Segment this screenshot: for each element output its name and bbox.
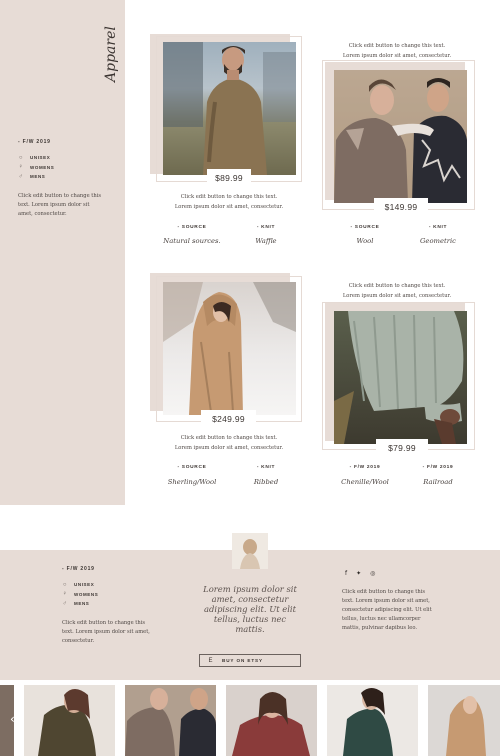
female-icon: ♀ (62, 591, 68, 598)
product-1-attr1-value: Natural sources. (163, 237, 221, 245)
product-3-attr1-label: - SOURCE (177, 465, 207, 470)
sidebar-item-unisex[interactable]: ○ UNISEX (18, 153, 54, 163)
product-4-photo[interactable] (334, 311, 467, 444)
product-3-attr2-label: - KNIT (256, 465, 276, 470)
product-4-caption: Click edit button to change this text. L… (342, 283, 452, 299)
product-2-photo[interactable] (334, 70, 467, 203)
footer-item-mens[interactable]: ♂ MENS (62, 599, 98, 609)
product-2-attr2-value: Geometric (420, 237, 456, 245)
sidebar-text: Click edit button to change this text. L… (18, 193, 102, 217)
product-4-attr1-value: Chenille/Wool (341, 478, 389, 486)
etsy-icon: E (208, 657, 214, 664)
product-2-attr2-label: - KNIT (428, 225, 448, 230)
footer-right-text: Click edit button to change this text. L… (342, 589, 432, 631)
product-3-attr1-value: Sherling/Wool (167, 478, 217, 486)
gender-neutral-icon: ○ (62, 581, 68, 588)
footer-season: - F/W 2019 (62, 566, 95, 572)
product-1-attr2-label: - KNIT (256, 225, 276, 230)
sidebar-item-mens[interactable]: ♂ MENS (18, 172, 54, 182)
product-2-price: $149.99 (374, 198, 428, 216)
product-1-photo[interactable] (163, 42, 296, 175)
product-3-photo[interactable] (163, 282, 296, 415)
sidebar: Apparel - F/W 2019 ○ UNISEX ♀ WOMENS ♂ MENS… (0, 0, 125, 505)
sidebar-item-womens[interactable]: ♀ WOMENS (18, 163, 54, 173)
footer-item-womens[interactable]: ♀ WOMENS (62, 590, 98, 600)
sidebar-season: - F/W 2019 (18, 139, 51, 145)
carousel-tile[interactable] (428, 685, 500, 756)
twitter-icon[interactable]: ✦ (356, 570, 361, 577)
apparel-title: Apparel (103, 26, 119, 82)
footer-thumbnail (232, 533, 268, 569)
product-4-price: $79.99 (376, 439, 428, 457)
gender-neutral-icon: ○ (18, 154, 24, 161)
facebook-icon[interactable]: f (345, 570, 347, 577)
carousel-tile[interactable] (327, 685, 418, 756)
female-icon: ♀ (18, 164, 24, 171)
product-4-attr2-label: - F/W 2019 (422, 465, 454, 470)
product-1-price: $89.99 (207, 169, 251, 187)
footer-category-list: ○ UNISEX ♀ WOMENS ♂ MENS (62, 580, 98, 609)
product-3-attr2-value: Ribbed (253, 478, 279, 486)
carousel-tile[interactable] (125, 685, 216, 756)
product-1-attr1-label: - SOURCE (177, 225, 207, 230)
male-icon: ♂ (62, 600, 68, 607)
footer-left-text: Click edit button to change this text. L… (62, 620, 150, 644)
product-3-caption: Click edit button to change this text. L… (174, 435, 284, 451)
footer-item-unisex[interactable]: ○ UNISEX (62, 580, 98, 590)
carousel-tile[interactable] (24, 685, 115, 756)
sidebar-category-list: ○ UNISEX ♀ WOMENS ♂ MENS (18, 153, 54, 182)
carousel-tile[interactable] (226, 685, 317, 756)
product-2-attr1-value: Wool (356, 237, 374, 245)
product-1-attr2-value: Waffle (255, 237, 277, 245)
product-4-attr2-value: Railroad (423, 478, 453, 486)
carousel-prev-icon[interactable]: ‹ (10, 712, 15, 726)
product-2-caption: Click edit button to change this text. L… (342, 43, 452, 59)
instagram-icon[interactable]: ◎ (370, 570, 375, 577)
product-4-attr1-label: - F/W 2019 (349, 465, 381, 470)
product-2-attr1-label: - SOURCE (350, 225, 380, 230)
product-3-price: $249.99 (201, 410, 256, 428)
product-1-caption: Click edit button to change this text. L… (174, 194, 284, 210)
social-links: f ✦ ◎ (345, 570, 375, 577)
footer-quote: Lorem ipsum dolor sit amet, consectetur … (203, 584, 297, 634)
buy-on-etsy-button[interactable]: E BUY ON ETSY (199, 654, 301, 667)
vertical-title: Apparel (103, 26, 127, 94)
male-icon: ♂ (18, 173, 24, 180)
